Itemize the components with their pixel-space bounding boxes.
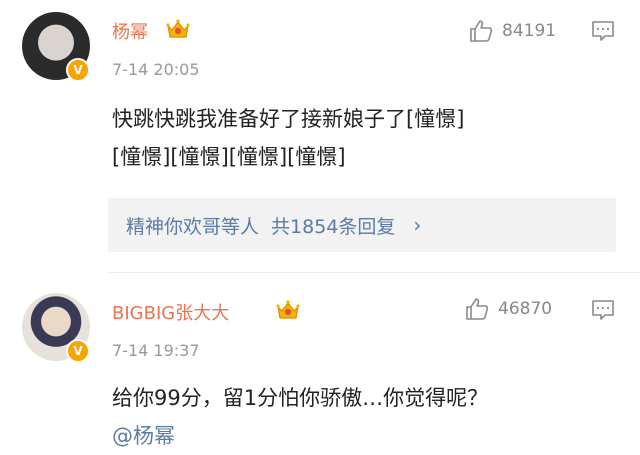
replies-count: 共1854条回复 [271, 215, 396, 238]
like-count: 46870 [498, 299, 553, 319]
comment-time: 7-14 19:37 [112, 341, 200, 360]
comment-item: V BIGBIG张大大 7-14 19:37 46870 给你99分，留1分怕你… [0, 275, 640, 455]
replies-who: 精神你欢哥等人 [126, 215, 260, 238]
verified-v-icon: V [66, 58, 90, 82]
like-button[interactable]: 46870 [464, 296, 552, 322]
view-replies-button[interactable]: 精神你欢哥等人 共1854条回复 › [108, 198, 616, 252]
comment-reply-icon[interactable] [591, 20, 615, 42]
like-button[interactable]: 84191 [468, 18, 556, 44]
comment-text: 快跳快跳我准备好了接新娘子了[憧憬] [憧憬][憧憬][憧憬][憧憬] [112, 100, 622, 176]
comment-time: 7-14 20:05 [112, 60, 200, 79]
comment-text-line: 给你99分，留1分怕你骄傲…你觉得呢？ [112, 386, 489, 410]
comment-reply-icon[interactable] [591, 299, 615, 321]
crown-icon [276, 300, 300, 319]
mention-link[interactable]: @杨幂 [112, 417, 622, 455]
comment-text-line: 快跳快跳我准备好了接新娘子了[憧憬] [112, 107, 465, 131]
comment-item: V 杨幂 7-14 20:05 84191 快跳快跳我准备好了接新娘子了[憧憬]… [0, 0, 640, 270]
comment-text: 给你99分，留1分怕你骄傲…你觉得呢？ @杨幂 [112, 379, 622, 455]
chevron-right-icon: › [413, 213, 422, 237]
crown-icon [166, 19, 190, 38]
thumbs-up-icon [470, 20, 493, 42]
verified-v-icon: V [66, 339, 90, 363]
username[interactable]: BIGBIG张大大 [112, 299, 229, 325]
thumbs-up-icon [466, 298, 489, 320]
comment-text-line: [憧憬][憧憬][憧憬][憧憬] [112, 145, 346, 169]
username[interactable]: 杨幂 [112, 18, 148, 44]
divider [108, 272, 640, 273]
like-count: 84191 [502, 21, 557, 41]
